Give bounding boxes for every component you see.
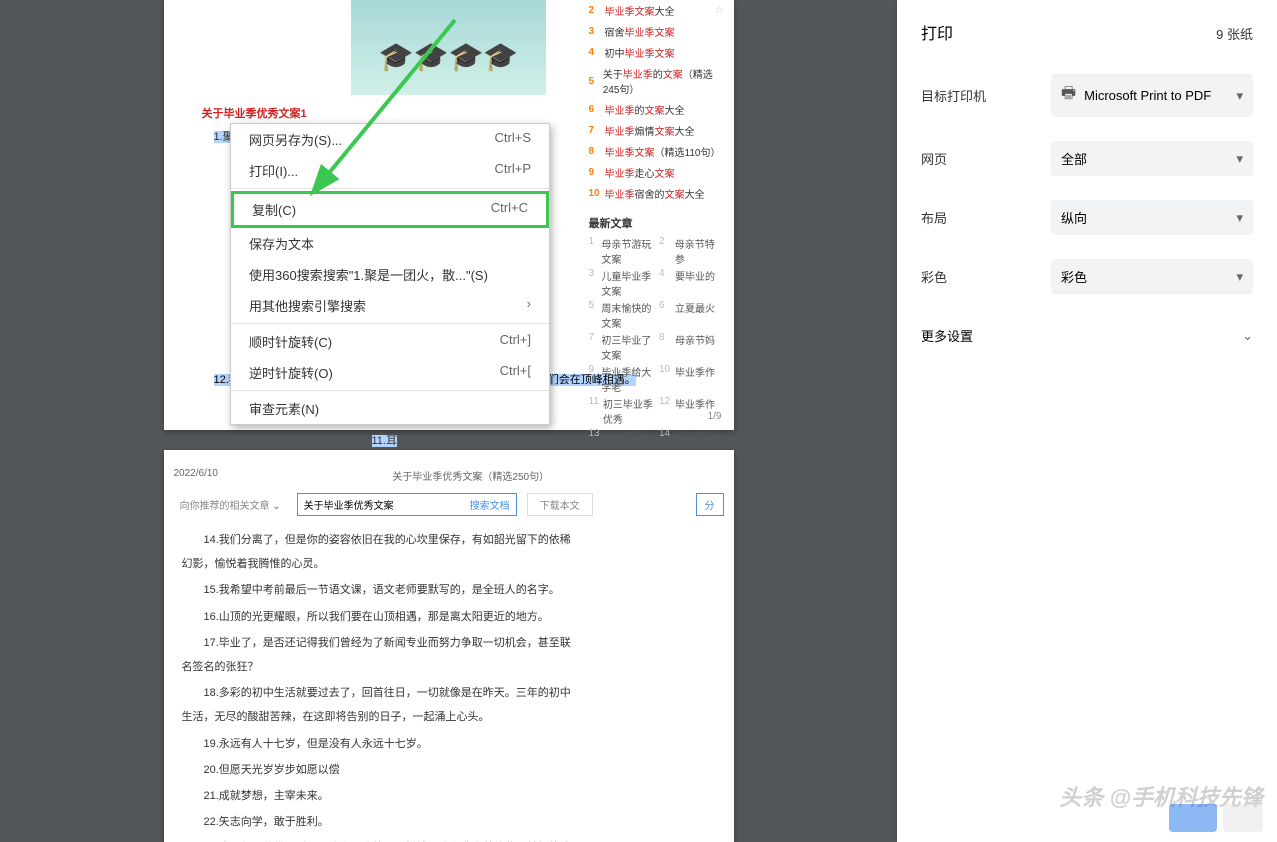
context-menu-item[interactable]: 保存为文本 — [231, 228, 549, 259]
cancel-button[interactable] — [1223, 804, 1263, 832]
doc-title: 关于毕业季优秀文案（精选250句） — [392, 468, 549, 483]
pages-select[interactable]: 全部▾ — [1051, 141, 1253, 176]
context-menu-item[interactable]: 用其他搜索引擎搜索› — [231, 290, 549, 321]
text-frag: 11.耳 — [372, 435, 397, 447]
print-title: 打印 — [921, 20, 953, 44]
body-line: 18.多彩的初中生活就要过去了，回首往日，一切就像是在昨天。三年的初中生活，无尽… — [182, 681, 574, 729]
ranked-item[interactable]: 10毕业季宿舍的文案大全 — [589, 183, 724, 204]
latest-item[interactable]: 7初三毕业了文案 — [589, 332, 654, 362]
context-menu-item[interactable]: 顺时针旋转(C)Ctrl+] — [231, 326, 549, 357]
context-menu-item[interactable]: 逆时针旋转(O)Ctrl+[ — [231, 357, 549, 388]
download-button[interactable]: 下载本文 — [527, 493, 593, 516]
doc-date: 2022/6/10 — [174, 468, 219, 483]
recommend-label: 向你推荐的相关文章 ⌄ — [174, 494, 287, 515]
context-menu-item[interactable]: 打印(I)...Ctrl+P — [231, 155, 549, 186]
ranked-item[interactable]: 9毕业季走心文案 — [589, 162, 724, 183]
page-number: 1/9 — [708, 411, 722, 422]
ranked-item[interactable]: 7毕业季煽情文案大全 — [589, 120, 724, 141]
sidebar-column: 2毕业季文案大全☆3宿舍毕业季文案4初中毕业季文案5关于毕业季的文案（精选245… — [589, 0, 724, 522]
sheet-count: 9 张纸 — [1216, 24, 1253, 43]
latest-item[interactable]: 10毕业季作 — [659, 364, 724, 394]
latest-item[interactable]: 11初三毕业季优秀 — [589, 396, 654, 426]
context-menu-item[interactable]: 复制(C)Ctrl+C — [231, 191, 549, 228]
latest-header: 最新文章 — [589, 210, 724, 236]
layout-select[interactable]: 纵向▾ — [1051, 200, 1253, 235]
chevron-down-icon: ▾ — [1236, 88, 1243, 104]
body-line: 20.但愿天光岁岁步如愿以偿 — [182, 758, 574, 782]
latest-item[interactable]: 5周末愉快的文案 — [589, 300, 654, 330]
latest-item[interactable]: 4要毕业的 — [659, 268, 724, 298]
body-line: 14.我们分离了，但是你的姿容依旧在我的心坎里保存，有如韶光留下的依稀幻影，愉悦… — [182, 528, 574, 576]
ranked-item[interactable]: 8毕业季文案（精选110句） — [589, 141, 724, 162]
body-line: 17.毕业了，是否还记得我们曾经为了新闻专业而努力争取一切机会，甚至联名签名的张… — [182, 631, 574, 679]
pages-label: 网页 — [921, 149, 1051, 168]
body-line: 19.永远有人十七岁，但是没有人永远十七岁。 — [182, 732, 574, 756]
article-body: 14.我们分离了，但是你的姿容依旧在我的心坎里保存，有如韶光留下的依稀幻影，愉悦… — [174, 528, 724, 842]
search-input[interactable]: 关于毕业季优秀文案搜索文档 — [297, 493, 517, 516]
share-button[interactable]: 分 — [696, 493, 724, 516]
chevron-down-icon: ▾ — [1236, 269, 1243, 285]
latest-item[interactable]: 3儿童毕业季文案 — [589, 268, 654, 298]
latest-item[interactable]: 9毕业季给大学老 — [589, 364, 654, 394]
ranked-item[interactable]: 4初中毕业季文案 — [589, 42, 724, 63]
body-line: 15.我希望中考前最后一节语文课，语文老师要默写的，是全班人的名字。 — [182, 578, 574, 602]
target-printer-label: 目标打印机 — [921, 86, 1051, 105]
color-select[interactable]: 彩色▾ — [1051, 259, 1253, 294]
print-button[interactable] — [1169, 804, 1217, 832]
color-label: 彩色 — [921, 267, 1051, 286]
context-menu-item[interactable]: 网页另存为(S)...Ctrl+S — [231, 124, 549, 155]
preview-page-2: 2022/6/10 关于毕业季优秀文案（精选250句） 向你推荐的相关文章 ⌄ … — [164, 450, 734, 842]
ranked-item[interactable]: 5关于毕业季的文案（精选245句） — [589, 63, 724, 99]
printer-icon: 🖶 — [1061, 82, 1076, 109]
latest-item[interactable]: 8母亲节妈 — [659, 332, 724, 362]
chevron-down-icon: ▾ — [1236, 210, 1243, 226]
print-panel: 打印 9 张纸 目标打印机 🖶Microsoft Print to PDF ▾ … — [897, 0, 1277, 842]
body-line: 16.山顶的光更耀眼，所以我们要在山顶相遇，那是离太阳更近的地方。 — [182, 605, 574, 629]
chevron-down-icon: ▾ — [1236, 151, 1243, 167]
latest-item[interactable]: 6立夏最火 — [659, 300, 724, 330]
more-settings[interactable]: 更多设置⌄ — [921, 318, 1253, 353]
target-printer-select[interactable]: 🖶Microsoft Print to PDF ▾ — [1051, 74, 1253, 117]
context-menu[interactable]: 网页另存为(S)...Ctrl+S打印(I)...Ctrl+P 复制(C)Ctrl… — [230, 123, 550, 425]
ranked-item[interactable]: 3宿舍毕业季文案 — [589, 21, 724, 42]
latest-item[interactable]: 2母亲节特参 — [659, 236, 724, 266]
chevron-down-icon: ⌄ — [1242, 328, 1253, 344]
context-menu-item[interactable]: 使用360搜索搜索"1.聚是一团火，散..."(S) — [231, 259, 549, 290]
context-menu-item[interactable]: 审查元素(N) — [231, 393, 549, 424]
body-line: 23.这几年，仿佛一瞬间，我们同欢笑，同拼搏，我们欣赏着彼此最美好的成长历程，我… — [182, 836, 574, 842]
latest-item[interactable]: 1母亲节游玩文案 — [589, 236, 654, 266]
graduation-image — [351, 0, 546, 95]
ranked-item[interactable]: 6毕业季的文案大全 — [589, 99, 724, 120]
body-line: 21.成就梦想，主宰未来。 — [182, 784, 574, 808]
layout-label: 布局 — [921, 208, 1051, 227]
body-line: 22.矢志向学，敢于胜利。 — [182, 810, 574, 834]
ranked-item[interactable]: 2毕业季文案大全☆ — [589, 0, 724, 21]
